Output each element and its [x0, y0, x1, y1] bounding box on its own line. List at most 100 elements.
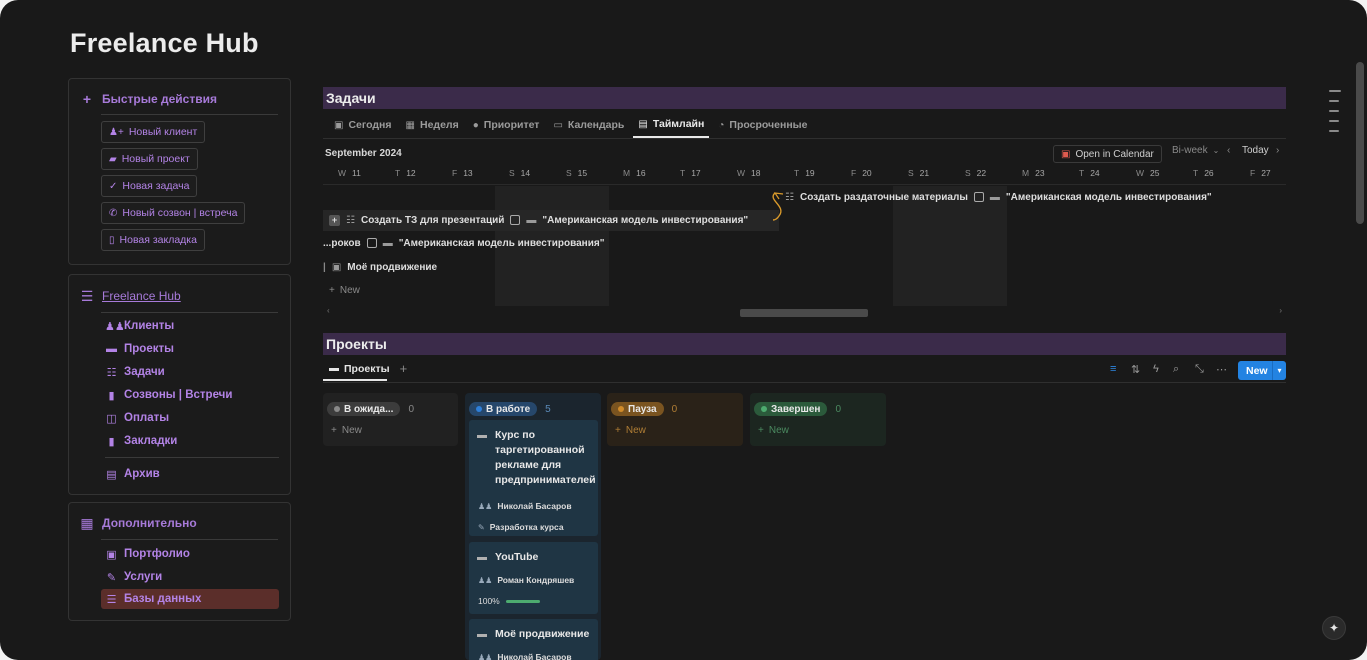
- tab-label: Приоритет: [483, 119, 540, 131]
- nav-item-databases[interactable]: ☰ Базы данных: [101, 589, 279, 609]
- prev-button[interactable]: ‹: [1227, 145, 1230, 156]
- timeline-item[interactable]: ...роков ▬ "Американская модель инвестир…: [323, 233, 604, 253]
- new-project-button[interactable]: New ▾: [1238, 361, 1286, 380]
- open-in-calendar-button[interactable]: ▣ Open in Calendar: [1053, 145, 1162, 163]
- plus-icon: +: [82, 91, 92, 107]
- tab-label: Таймлайн: [652, 118, 705, 130]
- today-button[interactable]: Today: [1242, 145, 1269, 156]
- next-button[interactable]: ›: [1276, 145, 1279, 156]
- toc-line[interactable]: [1329, 100, 1339, 102]
- divider: [101, 539, 278, 540]
- status-label: В ожида...: [344, 403, 394, 415]
- new-bookmark-button[interactable]: ▯ Новая закладка: [101, 229, 205, 251]
- status-label: В работе: [486, 403, 531, 415]
- tab-calendar[interactable]: ▭ Календарь: [548, 112, 629, 138]
- checkbox[interactable]: [366, 238, 377, 248]
- timeline-day: W 25: [1136, 168, 1160, 178]
- quick-actions-panel: + Быстрые действия ♟+ Новый клиент ▰ Нов…: [68, 78, 291, 265]
- plus-icon: +: [758, 425, 764, 436]
- timeline-scrollbar[interactable]: ‹ ›: [323, 306, 1286, 318]
- column-new-button[interactable]: + New: [750, 419, 886, 442]
- nav-item-calls[interactable]: ▮ Созвоны | Встречи: [105, 386, 232, 404]
- add-view-icon[interactable]: +: [400, 361, 408, 376]
- timeline-item[interactable]: + ☷ Создать ТЗ для презентаций ▬ "Америк…: [329, 210, 748, 230]
- page-title: Freelance Hub: [70, 28, 259, 58]
- sort-icon[interactable]: ⇅: [1131, 363, 1140, 376]
- projects-view-tab[interactable]: ▬ Проекты +: [329, 361, 407, 376]
- task-project: "Американская модель инвестирования": [542, 214, 749, 226]
- column-header[interactable]: В работе 5: [465, 393, 601, 419]
- tasks-view-tabs: ▣ Сегодня ▦ Неделя ● Приоритет ▭ Календа…: [323, 112, 1286, 139]
- tab-week[interactable]: ▦ Неделя: [401, 112, 464, 138]
- bookmark-icon: ▮: [108, 435, 115, 448]
- list-icon: ☰: [80, 287, 94, 304]
- timeline-item[interactable]: ☷ Создать раздаточные материалы ▬ "Амери…: [785, 187, 1212, 207]
- scroll-thumb[interactable]: [740, 309, 868, 317]
- table-of-contents[interactable]: [1329, 90, 1341, 140]
- nav-item-projects[interactable]: ▬ Проекты: [105, 340, 174, 358]
- toc-line[interactable]: [1329, 90, 1341, 92]
- new-task-button[interactable]: ✓ Новая задача: [101, 175, 198, 197]
- tab-timeline[interactable]: ▤ Таймлайн: [633, 112, 710, 138]
- more-icon[interactable]: ⋯: [1216, 363, 1227, 376]
- timeline-new-button[interactable]: + New: [329, 285, 360, 296]
- scroll-left-icon[interactable]: ‹: [327, 306, 330, 315]
- card-title: ▬ Моё продвижение: [469, 619, 598, 642]
- column-count: 0: [671, 403, 678, 415]
- card-person: ♟♟ Николай Басаров: [469, 497, 598, 515]
- column-count: 0: [408, 403, 415, 415]
- project-card[interactable]: ▬ Моё продвижение ♟♟ Николай Басаров: [469, 619, 598, 660]
- toc-line[interactable]: [1329, 110, 1339, 112]
- toc-line[interactable]: [1329, 130, 1339, 132]
- column-new-button[interactable]: + New: [607, 419, 743, 442]
- column-header[interactable]: В ожида... 0: [323, 393, 458, 419]
- nav-item-services[interactable]: ✎ Услуги: [105, 568, 162, 586]
- toc-line[interactable]: [1329, 120, 1339, 122]
- new-label: New: [625, 425, 646, 436]
- new-label: New: [339, 285, 360, 296]
- extra-nav-panel: ▦ Дополнительно ▣ Портфолио ✎ Услуги ☰ Б…: [68, 502, 291, 621]
- chevron-down-icon: ⌄: [1212, 146, 1220, 155]
- dependency-arrow: [772, 192, 784, 221]
- ai-assistant-button[interactable]: ✦: [1322, 616, 1346, 640]
- column-header[interactable]: Завершен 0: [750, 393, 886, 419]
- nav-item-clients[interactable]: ♟♟ Клиенты: [105, 317, 174, 335]
- new-client-button[interactable]: ♟+ Новый клиент: [101, 121, 206, 143]
- scroll-right-icon[interactable]: ›: [1279, 306, 1282, 315]
- tab-priority[interactable]: ● Приоритет: [468, 112, 545, 138]
- expand-icon[interactable]: ⤡: [1195, 363, 1204, 376]
- nav-item-payments[interactable]: ◫ Оплаты: [105, 409, 169, 427]
- tab-overdue[interactable]: ◔ Просроченные: [713, 112, 812, 138]
- nav-item-label: Портфолио: [124, 548, 190, 560]
- nav-item-portfolio[interactable]: ▣ Портфолио: [105, 545, 190, 563]
- search-icon[interactable]: ⌕: [1173, 363, 1179, 376]
- new-call-button[interactable]: ✆ Новый созвон | встреча: [101, 202, 246, 224]
- database-icon: ☰: [106, 593, 117, 606]
- automation-icon[interactable]: ϟ: [1153, 363, 1159, 375]
- filter-icon[interactable]: ≡: [1110, 363, 1116, 375]
- nav-item-tasks[interactable]: ☷ Задачи: [105, 363, 165, 381]
- people-icon: ♟♟: [478, 575, 493, 585]
- column-new-button[interactable]: + New: [323, 419, 458, 442]
- checkbox[interactable]: [510, 215, 521, 225]
- expand-icon[interactable]: +: [329, 214, 340, 226]
- folder-icon: ▬: [477, 430, 487, 441]
- project-card[interactable]: ▬ YouTube ♟♟ Роман Кондряшев 100%: [469, 542, 598, 614]
- nav-item-archive[interactable]: ▤ Архив: [105, 465, 159, 483]
- range-select[interactable]: Bi-week ⌄: [1172, 145, 1219, 156]
- hub-nav-title: Freelance Hub: [102, 289, 181, 303]
- id-card-icon: ▣: [106, 548, 117, 561]
- tab-today[interactable]: ▣ Сегодня: [329, 112, 397, 138]
- new-project-button[interactable]: ▰ Новый проект: [101, 148, 198, 170]
- tab-label: Сегодня: [348, 119, 392, 131]
- page-scrollbar[interactable]: [1356, 62, 1364, 224]
- timeline-item[interactable]: | ▣ Моё продвижение: [323, 257, 437, 277]
- timeline-day-header: W 11 T 12 F 13 S 14 S 15 M 16 T 17 W 18 T 19 F 20 S 21 S 22 M 23 T…: [323, 165, 1286, 185]
- column-header[interactable]: Пауза 0: [607, 393, 743, 419]
- nav-item-bookmarks[interactable]: ▮ Закладки: [105, 432, 177, 450]
- hub-nav-header[interactable]: ☰ Freelance Hub: [69, 286, 290, 306]
- range-label: Bi-week: [1172, 145, 1208, 156]
- project-card[interactable]: ▬ Курс по таргетированной рекламе для пр…: [469, 420, 598, 536]
- chevron-down-icon[interactable]: ▾: [1272, 361, 1286, 380]
- checkbox[interactable]: [973, 192, 984, 202]
